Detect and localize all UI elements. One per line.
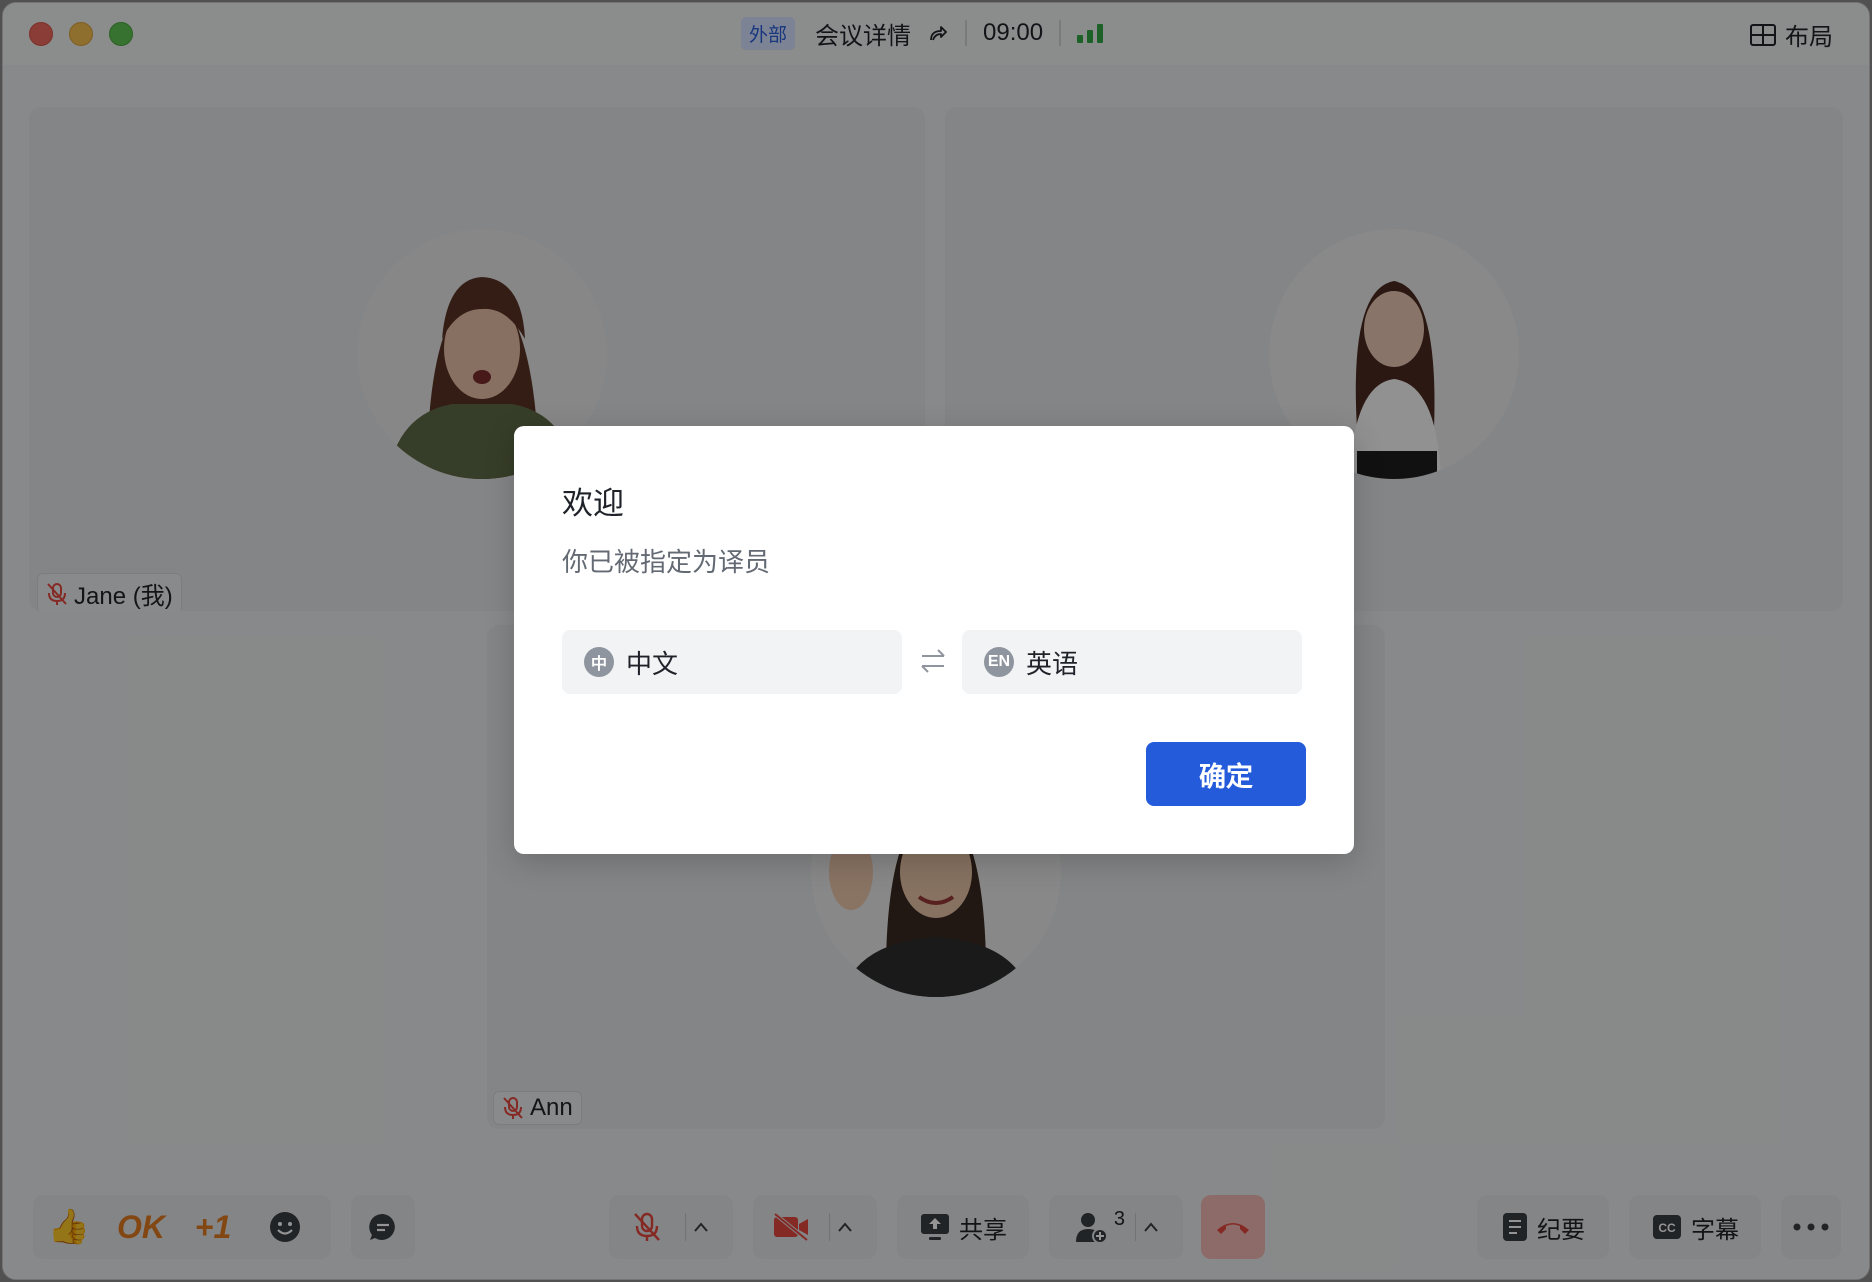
interpreter-welcome-dialog: 欢迎 你已被指定为译员 中 中文 EN 英语 确定	[514, 426, 1354, 854]
swap-arrows-icon	[921, 649, 945, 673]
english-language-icon: EN	[984, 647, 1014, 677]
confirm-button[interactable]: 确定	[1146, 742, 1306, 806]
dialog-message: 你已被指定为译员	[562, 547, 771, 577]
target-language-label: 英语	[1026, 648, 1079, 679]
target-language: EN 英语	[962, 630, 1302, 694]
source-language: 中 中文	[562, 630, 902, 694]
source-language-label: 中文	[626, 648, 679, 679]
chinese-language-icon: 中	[584, 647, 614, 677]
dialog-title: 欢迎	[562, 486, 624, 521]
